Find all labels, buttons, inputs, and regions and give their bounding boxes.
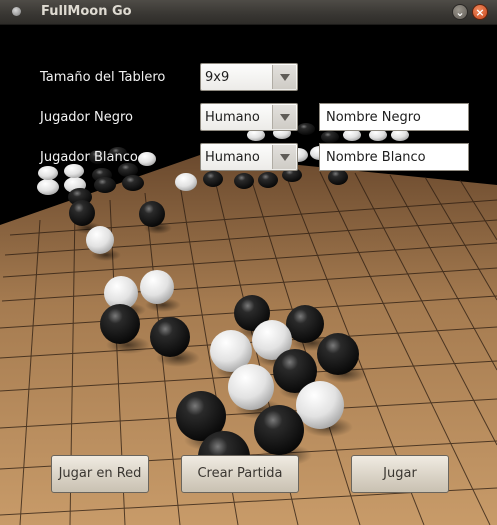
chevron-down-icon[interactable] [272, 145, 296, 169]
window-title: FullMoon Go [41, 4, 132, 19]
black-player-type-select[interactable]: Humano [200, 103, 298, 131]
title-bar: FullMoon Go ⌄ × [0, 0, 497, 25]
white-player-name-input[interactable] [324, 149, 468, 166]
minimize-icon[interactable]: ⌄ [452, 4, 468, 20]
white-player-type-select[interactable]: Humano [200, 143, 298, 171]
black-player-name-input[interactable] [324, 109, 468, 126]
black-player-label: Jugador Negro [40, 110, 133, 125]
black-player-type-value: Humano [205, 110, 260, 125]
white-player-name-field[interactable] [319, 143, 469, 171]
chevron-down-icon[interactable] [272, 105, 296, 129]
app-icon [12, 7, 21, 16]
app-window: FullMoon Go ⌄ × Tamaño del Tablero 9x9 J… [0, 0, 497, 525]
chevron-down-icon[interactable] [272, 65, 296, 89]
close-icon[interactable]: × [472, 4, 488, 20]
board-size-value: 9x9 [205, 70, 230, 85]
white-player-type-value: Humano [205, 150, 260, 165]
play-button[interactable]: Jugar [351, 455, 449, 493]
go-board-background [0, 123, 497, 525]
white-player-label: Jugador Blanco [40, 150, 138, 165]
board-size-select[interactable]: 9x9 [200, 63, 298, 91]
create-game-button[interactable]: Crear Partida [181, 455, 299, 493]
black-player-name-field[interactable] [319, 103, 469, 131]
play-network-button[interactable]: Jugar en Red [51, 455, 149, 493]
board-size-label: Tamaño del Tablero [40, 70, 166, 85]
